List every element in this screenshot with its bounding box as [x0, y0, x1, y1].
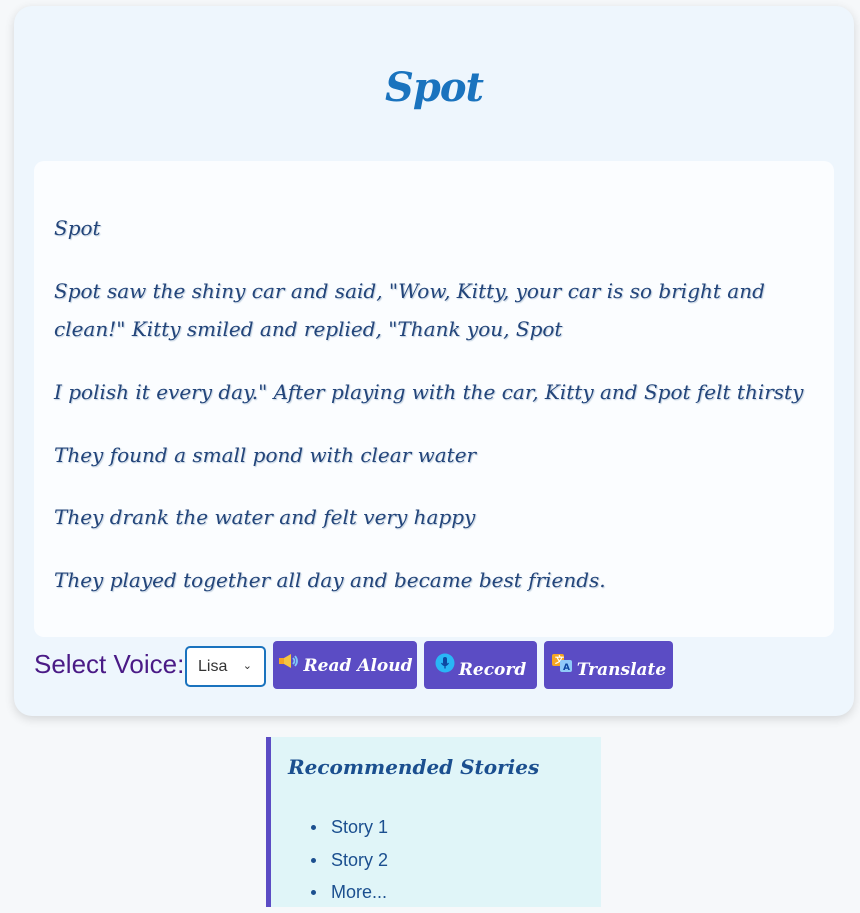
record-button[interactable]: Record: [424, 641, 537, 689]
recommended-stories-title: Recommended Stories: [288, 755, 540, 779]
voice-select-value: Lisa: [198, 658, 228, 675]
story-card: Spot Spot Spot saw the shiny car and sai…: [14, 6, 854, 716]
story-paragraph: I polish it every day." After playing wi…: [54, 380, 804, 404]
story-controls: Select Voice: Lisa ⌄ Read Aloud Record 文…: [34, 641, 834, 691]
story-paragraph: Spot: [54, 216, 101, 240]
translate-button[interactable]: 文 A Translate: [544, 641, 673, 689]
voice-select[interactable]: Lisa ⌄: [185, 646, 266, 687]
read-aloud-button[interactable]: Read Aloud: [273, 641, 417, 689]
translate-icon: 文 A: [551, 653, 573, 677]
story-paragraph: They drank the water and felt very happy: [54, 505, 476, 529]
story-paragraph: They found a small pond with clear water: [54, 443, 477, 467]
voice-label: Select Voice:: [34, 649, 185, 679]
recommended-story-link[interactable]: Story 1: [309, 815, 388, 848]
more-stories-link[interactable]: More...: [309, 880, 388, 913]
microphone-icon: [435, 653, 455, 677]
recommended-story-link[interactable]: Story 2: [309, 848, 388, 881]
translate-label: Translate: [576, 660, 667, 680]
story-paragraph: They played together all day and became …: [54, 568, 606, 592]
story-paragraph: Spot saw the shiny car and said, "Wow, K…: [54, 279, 765, 341]
story-text-box: Spot Spot saw the shiny car and said, "W…: [34, 161, 834, 637]
story-title: Spot: [384, 64, 484, 111]
megaphone-icon: [278, 653, 300, 673]
record-label: Record: [458, 660, 527, 680]
chevron-down-icon: ⌄: [242, 660, 252, 672]
read-aloud-label: Read Aloud: [303, 656, 413, 676]
recommended-stories-list: Story 1 Story 2 More...: [309, 815, 388, 913]
svg-text:A: A: [563, 663, 570, 673]
recommended-stories-panel: Recommended Stories Story 1 Story 2 More…: [266, 737, 601, 907]
